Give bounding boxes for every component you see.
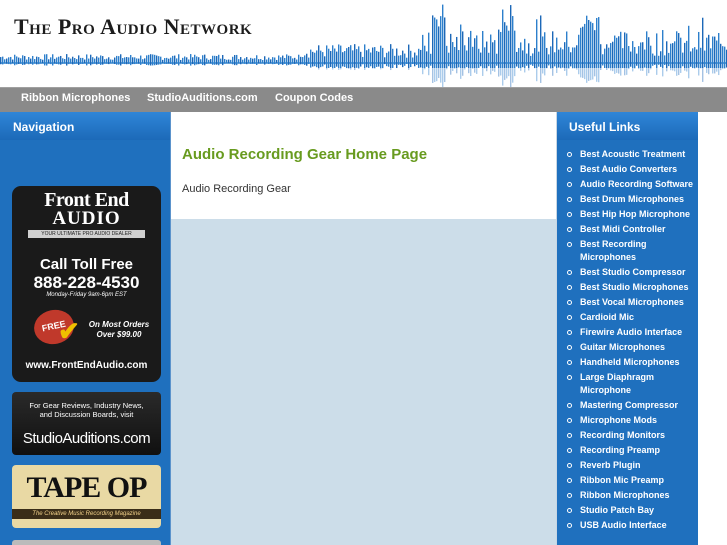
useful-link-label[interactable]: Best Hip Hop Microphone xyxy=(580,209,690,219)
useful-link-item[interactable]: Best Studio Microphones xyxy=(557,281,698,294)
frontend-hours: Monday-Friday 9am-6pm EST xyxy=(46,292,127,298)
useful-link-item[interactable]: Best Audio Converters xyxy=(557,163,698,176)
frontend-phone: 888-228-4530 xyxy=(33,273,140,292)
useful-link-label[interactable]: Guitar Microphones xyxy=(580,342,665,352)
useful-link-label[interactable]: Studio Patch Bay xyxy=(580,505,654,515)
useful-link-label[interactable]: Ribbon Mic Preamp xyxy=(580,475,664,485)
useful-link-label[interactable]: Firewire Audio Interface xyxy=(580,327,682,337)
useful-link-item[interactable]: Best Midi Controller xyxy=(557,223,698,236)
useful-link-label[interactable]: Cardioid Mic xyxy=(580,312,634,322)
useful-link-item[interactable]: Microphone Mods xyxy=(557,414,698,427)
useful-links-list: Best Acoustic Treatment Best Audio Conve… xyxy=(557,140,698,545)
useful-link-item[interactable]: Best Acoustic Treatment xyxy=(557,148,698,161)
useful-link-item[interactable]: Best Vocal Microphones xyxy=(557,296,698,309)
tapeop-strip: The Creative Music Recording Magazine xyxy=(12,509,161,519)
left-sidebar: Navigation Front End AUDIO YOUR ULTIMATE… xyxy=(0,112,171,545)
next-banner-edge xyxy=(12,540,161,545)
navigation-heading: Navigation xyxy=(0,112,170,140)
useful-link-label[interactable]: Handheld Microphones xyxy=(580,357,680,367)
useful-link-item[interactable]: Recording Monitors xyxy=(557,429,698,442)
topnav-link-coupon-codes[interactable]: Coupon Codes xyxy=(275,92,353,104)
useful-link-label[interactable]: Best Studio Microphones xyxy=(580,282,689,292)
frontend-tagline: YOUR ULTIMATE PRO AUDIO DEALER xyxy=(28,230,145,238)
useful-link-label[interactable]: Best Drum Microphones xyxy=(580,194,684,204)
topnav-link-studioauditions[interactable]: StudioAuditions.com xyxy=(147,92,258,104)
useful-link-item[interactable]: Best Recording Microphones xyxy=(557,238,698,264)
useful-link-item[interactable]: Best Studio Compressor xyxy=(557,266,698,279)
useful-link-label[interactable]: Recording Preamp xyxy=(580,445,660,455)
useful-link-item[interactable]: Mastering Compressor xyxy=(557,399,698,412)
content-box: Audio Recording Gear Home Page Audio Rec… xyxy=(171,112,556,219)
frontend-brand-line2: AUDIO xyxy=(52,208,121,229)
useful-link-item[interactable]: Studio Patch Bay xyxy=(557,504,698,517)
useful-links-heading: Useful Links xyxy=(557,112,698,140)
right-sidebar: Useful Links Best Acoustic Treatment Bes… xyxy=(556,112,727,545)
useful-link-item[interactable]: Audio Recording Software xyxy=(557,178,698,191)
tapeop-logo: TAPE OP xyxy=(26,471,148,504)
useful-link-item[interactable]: Cardioid Mic xyxy=(557,311,698,324)
useful-link-label[interactable]: Microphone Mods xyxy=(580,415,657,425)
frontend-url: www.FrontEndAudio.com xyxy=(25,360,148,371)
frontend-orders-text: On Most Orders Over $99.00 xyxy=(86,320,152,340)
useful-link-label[interactable]: USB Audio Interface xyxy=(580,520,667,530)
frontend-orders-line1: On Most Orders xyxy=(88,320,150,329)
page-body-text: Audio Recording Gear xyxy=(182,183,291,195)
useful-link-item[interactable]: Recording Preamp xyxy=(557,444,698,457)
useful-link-item[interactable]: Handheld Microphones xyxy=(557,356,698,369)
navigation-panel: Front End AUDIO YOUR ULTIMATE PRO AUDIO … xyxy=(0,140,170,545)
page: The Pro Audio Network Ribbon Microphones… xyxy=(0,0,727,545)
useful-link-label[interactable]: Best Studio Compressor xyxy=(580,267,686,277)
useful-link-label[interactable]: Best Recording Microphones xyxy=(580,239,647,262)
frontend-orders-line2: Over $99.00 xyxy=(96,330,142,339)
useful-link-label[interactable]: Reverb Plugin xyxy=(580,460,641,470)
useful-link-item[interactable]: Ribbon Mic Preamp xyxy=(557,474,698,487)
studioauditions-logo: StudioAuditions.com xyxy=(22,430,151,447)
useful-link-label[interactable]: Best Acoustic Treatment xyxy=(580,149,685,159)
page-heading: Audio Recording Gear Home Page xyxy=(182,146,428,163)
useful-link-item[interactable]: Ribbon Microphones xyxy=(557,489,698,502)
useful-link-label[interactable]: Best Vocal Microphones xyxy=(580,297,684,307)
useful-link-label[interactable]: Large Diaphragm Microphone xyxy=(580,372,654,395)
topnav-link-ribbon-microphones[interactable]: Ribbon Microphones xyxy=(21,92,130,104)
useful-link-label[interactable]: Mastering Compressor xyxy=(580,400,678,410)
useful-link-item[interactable]: Firewire Audio Interface xyxy=(557,326,698,339)
frontend-audio-banner[interactable]: Front End AUDIO YOUR ULTIMATE PRO AUDIO … xyxy=(12,186,161,382)
useful-link-label[interactable]: Best Midi Controller xyxy=(580,224,666,234)
frontend-call-text: Call Toll Free xyxy=(39,256,134,273)
useful-link-item[interactable]: Guitar Microphones xyxy=(557,341,698,354)
site-header: The Pro Audio Network xyxy=(0,0,727,87)
studioauditions-line1: For Gear Reviews, Industry News, xyxy=(29,401,144,410)
frontend-brand-line1: Front End xyxy=(44,189,129,211)
useful-link-label[interactable]: Recording Monitors xyxy=(580,430,665,440)
studioauditions-line2: and Discussion Boards, visit xyxy=(39,410,134,419)
useful-link-item[interactable]: Best Hip Hop Microphone xyxy=(557,208,698,221)
top-nav: Ribbon Microphones StudioAuditions.com C… xyxy=(0,87,727,112)
useful-link-item[interactable]: Reverb Plugin xyxy=(557,459,698,472)
useful-link-item[interactable]: Large Diaphragm Microphone xyxy=(557,371,698,397)
useful-link-item[interactable]: USB Audio Interface xyxy=(557,519,698,532)
studioauditions-banner[interactable]: For Gear Reviews, Industry News, and Dis… xyxy=(12,392,161,455)
main-content-area: Audio Recording Gear Home Page Audio Rec… xyxy=(171,112,556,545)
useful-link-item[interactable]: Best Drum Microphones xyxy=(557,193,698,206)
useful-link-label[interactable]: Ribbon Microphones xyxy=(580,490,670,500)
site-title[interactable]: The Pro Audio Network xyxy=(14,14,252,40)
useful-link-label[interactable]: Audio Recording Software xyxy=(580,179,693,189)
useful-link-label[interactable]: Best Audio Converters xyxy=(580,164,677,174)
checkmark-icon: ✔ xyxy=(58,316,80,346)
tapeop-banner[interactable]: TAPE OP The Creative Music Recording Mag… xyxy=(12,465,161,528)
